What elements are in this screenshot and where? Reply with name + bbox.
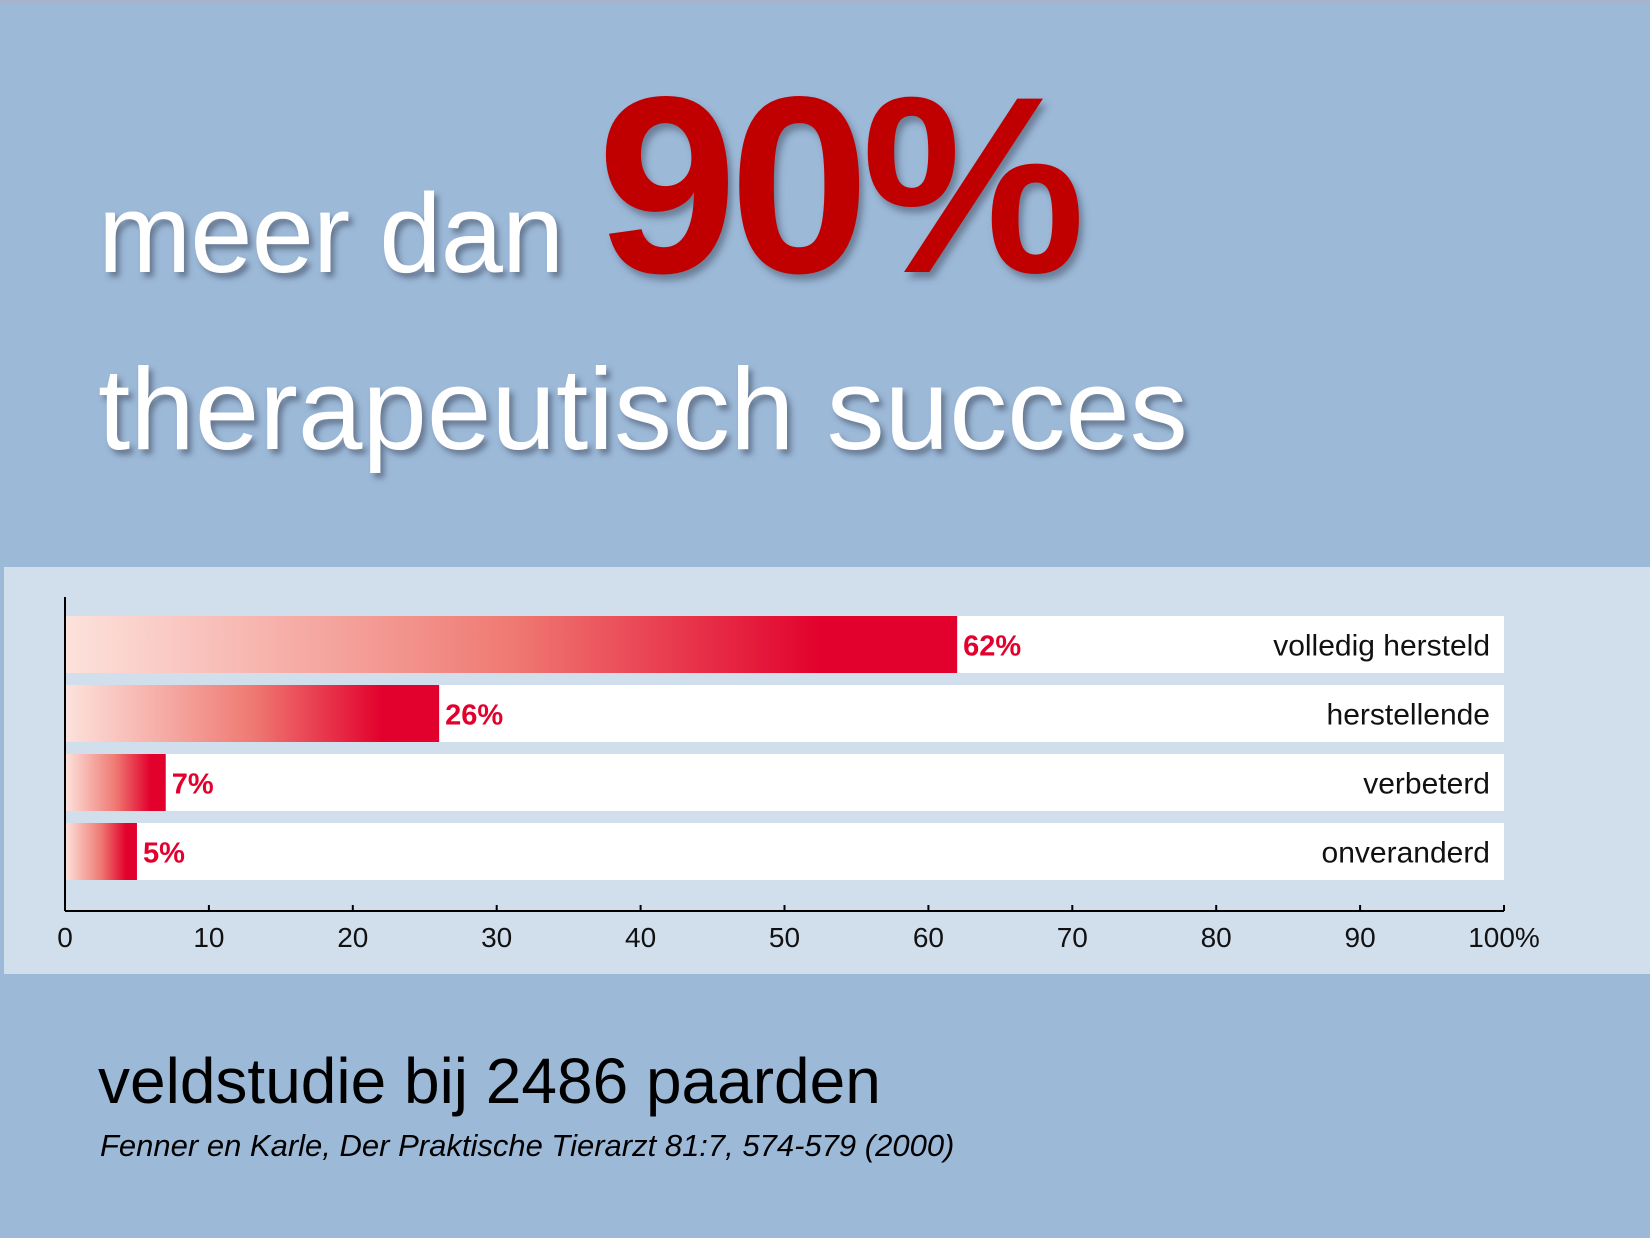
x-tick-label: 0 bbox=[57, 922, 73, 953]
data-label: 7% bbox=[172, 769, 214, 801]
data-label: 62% bbox=[963, 631, 1021, 663]
bar bbox=[65, 823, 137, 880]
bar bbox=[65, 616, 958, 673]
category-label: verbeterd bbox=[1363, 768, 1490, 801]
x-tick-label: 80 bbox=[1201, 922, 1232, 953]
x-tick-label: 90 bbox=[1345, 922, 1376, 953]
chart-panel: 62% volledig hersteld 26% herstellende 7% ver… bbox=[4, 567, 1650, 974]
headline-lead: meer dan bbox=[98, 171, 564, 296]
headline-sub: therapeutisch succes bbox=[98, 344, 1188, 474]
x-tick-label: 50 bbox=[769, 922, 800, 953]
bar-track bbox=[65, 754, 1504, 811]
category-label: onveranderd bbox=[1322, 837, 1490, 870]
x-tick-label: 100% bbox=[1468, 922, 1540, 953]
data-label: 26% bbox=[445, 700, 503, 732]
category-label: volledig hersteld bbox=[1273, 630, 1490, 663]
bar bbox=[65, 754, 166, 811]
bar-chart: 62% volledig hersteld 26% herstellende 7% ver… bbox=[57, 597, 1540, 953]
x-tick-label: 20 bbox=[337, 922, 368, 953]
x-tick-label: 60 bbox=[913, 922, 944, 953]
bar bbox=[65, 685, 440, 742]
data-label: 5% bbox=[143, 838, 185, 870]
headline-number: 90% bbox=[597, 45, 1085, 326]
top-border bbox=[0, 0, 1650, 4]
headline: meer dan 90% bbox=[98, 45, 1598, 326]
x-tick-label: 30 bbox=[481, 922, 512, 953]
x-tick-label: 70 bbox=[1057, 922, 1088, 953]
footer-title: veldstudie bij 2486 paarden bbox=[98, 1045, 881, 1117]
x-tick-label: 10 bbox=[193, 922, 224, 953]
bar-track bbox=[65, 823, 1504, 880]
x-tick-label: 40 bbox=[625, 922, 656, 953]
footer-citation: Fenner en Karle, Der Praktische Tierarzt… bbox=[100, 1128, 955, 1163]
category-label: herstellende bbox=[1327, 699, 1490, 732]
